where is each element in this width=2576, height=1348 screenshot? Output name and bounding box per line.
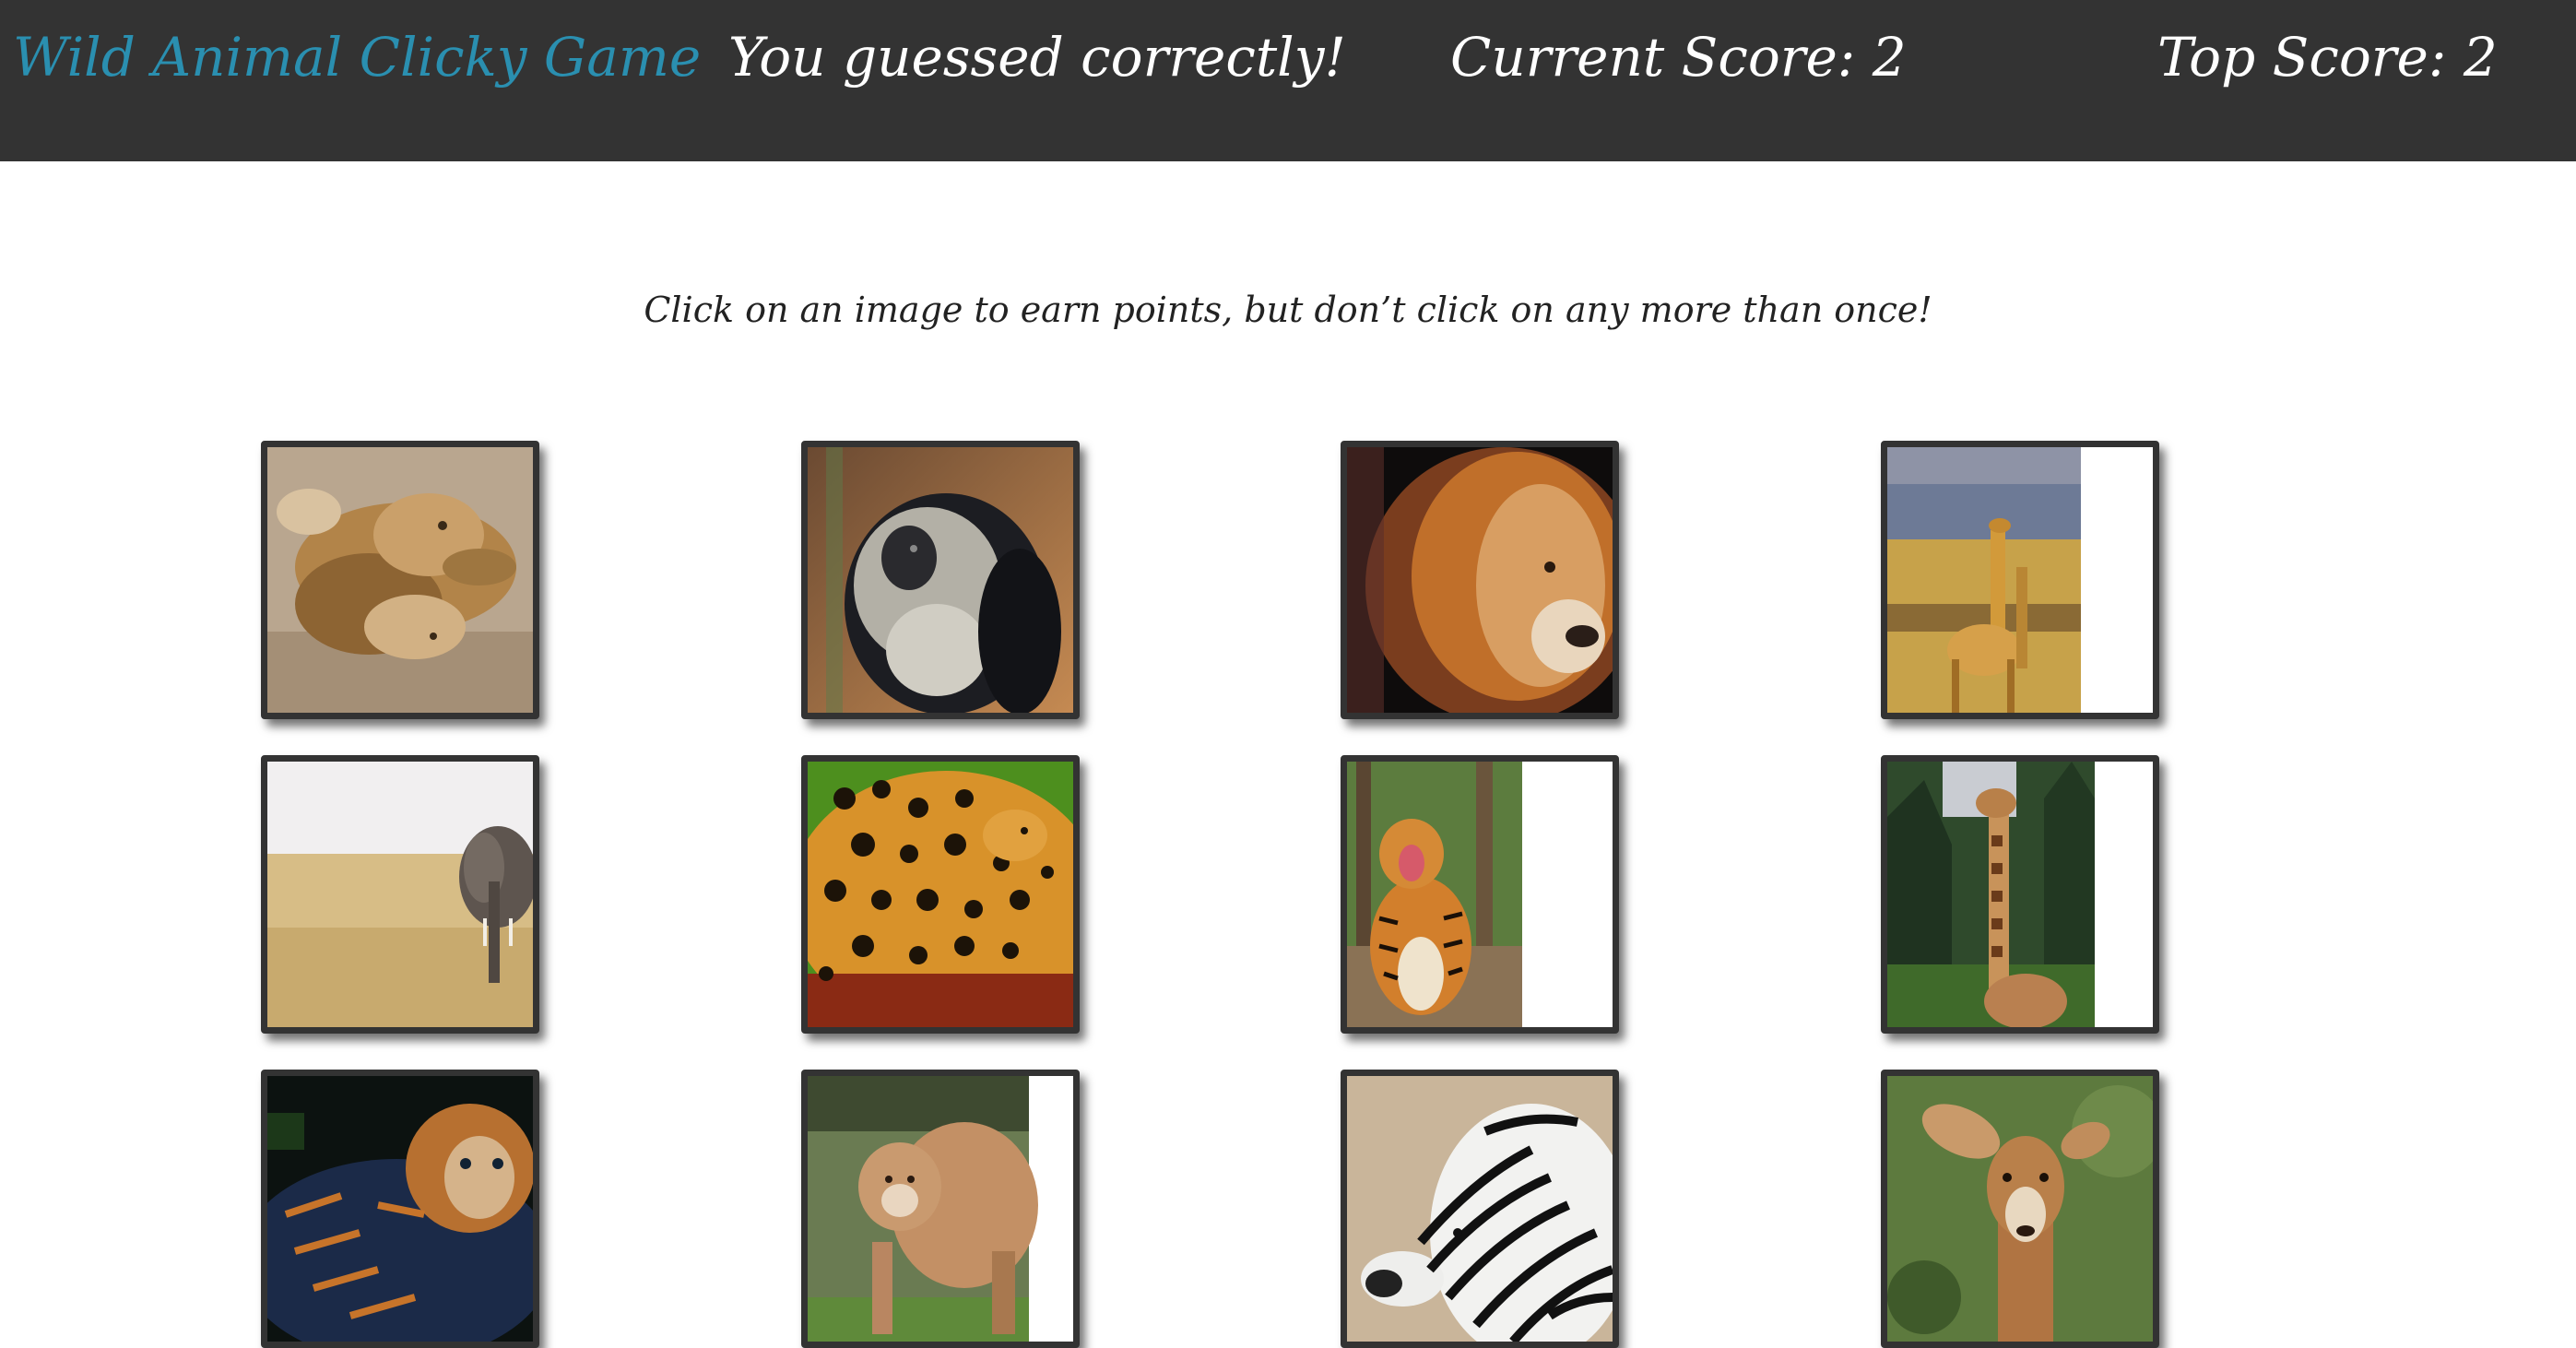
animal-card-tiger-sitting[interactable]	[1341, 755, 1619, 1034]
instructions-text: Click on an image to earn points, but do…	[644, 290, 1932, 330]
brand-title[interactable]: Wild Animal Clicky Game	[13, 20, 701, 94]
image-grid	[261, 441, 2160, 1348]
top-score: Top Score: 2	[2157, 26, 2498, 89]
animal-card-cougar[interactable]	[801, 1070, 1080, 1348]
guess-message: You guessed correctly!	[728, 26, 1346, 89]
lions-image	[267, 447, 533, 713]
animal-card-elephant[interactable]	[261, 755, 539, 1034]
animal-card-tiger-dark[interactable]	[261, 1070, 539, 1348]
giraffes-image	[1887, 447, 2153, 713]
animal-card-zebras[interactable]	[1341, 1070, 1619, 1348]
animal-card-lion[interactable]	[1341, 441, 1619, 719]
lion-image	[1347, 447, 1613, 713]
tiger-sitting-image	[1347, 762, 1613, 1027]
gazelle-image	[1887, 1076, 2153, 1342]
navbar: Wild Animal Clicky Game You guessed corr…	[0, 0, 2576, 161]
jaguar-image	[808, 762, 1073, 1027]
current-score: Current Score: 2	[1450, 26, 1907, 89]
elephant-image	[267, 762, 533, 1027]
cougar-image	[808, 1076, 1073, 1342]
zebras-image	[1347, 1076, 1613, 1342]
animal-card-lions[interactable]	[261, 441, 539, 719]
animal-card-giraffes[interactable]	[1881, 441, 2159, 719]
tiger-dark-image	[267, 1076, 533, 1342]
giraffe-forest-image	[1887, 762, 2153, 1027]
animal-card-giraffe-forest[interactable]	[1881, 755, 2159, 1034]
animal-card-gazelle[interactable]	[1881, 1070, 2159, 1348]
animal-card-monkey[interactable]	[801, 441, 1080, 719]
animal-card-jaguar[interactable]	[801, 755, 1080, 1034]
monkey-image	[808, 447, 1073, 713]
